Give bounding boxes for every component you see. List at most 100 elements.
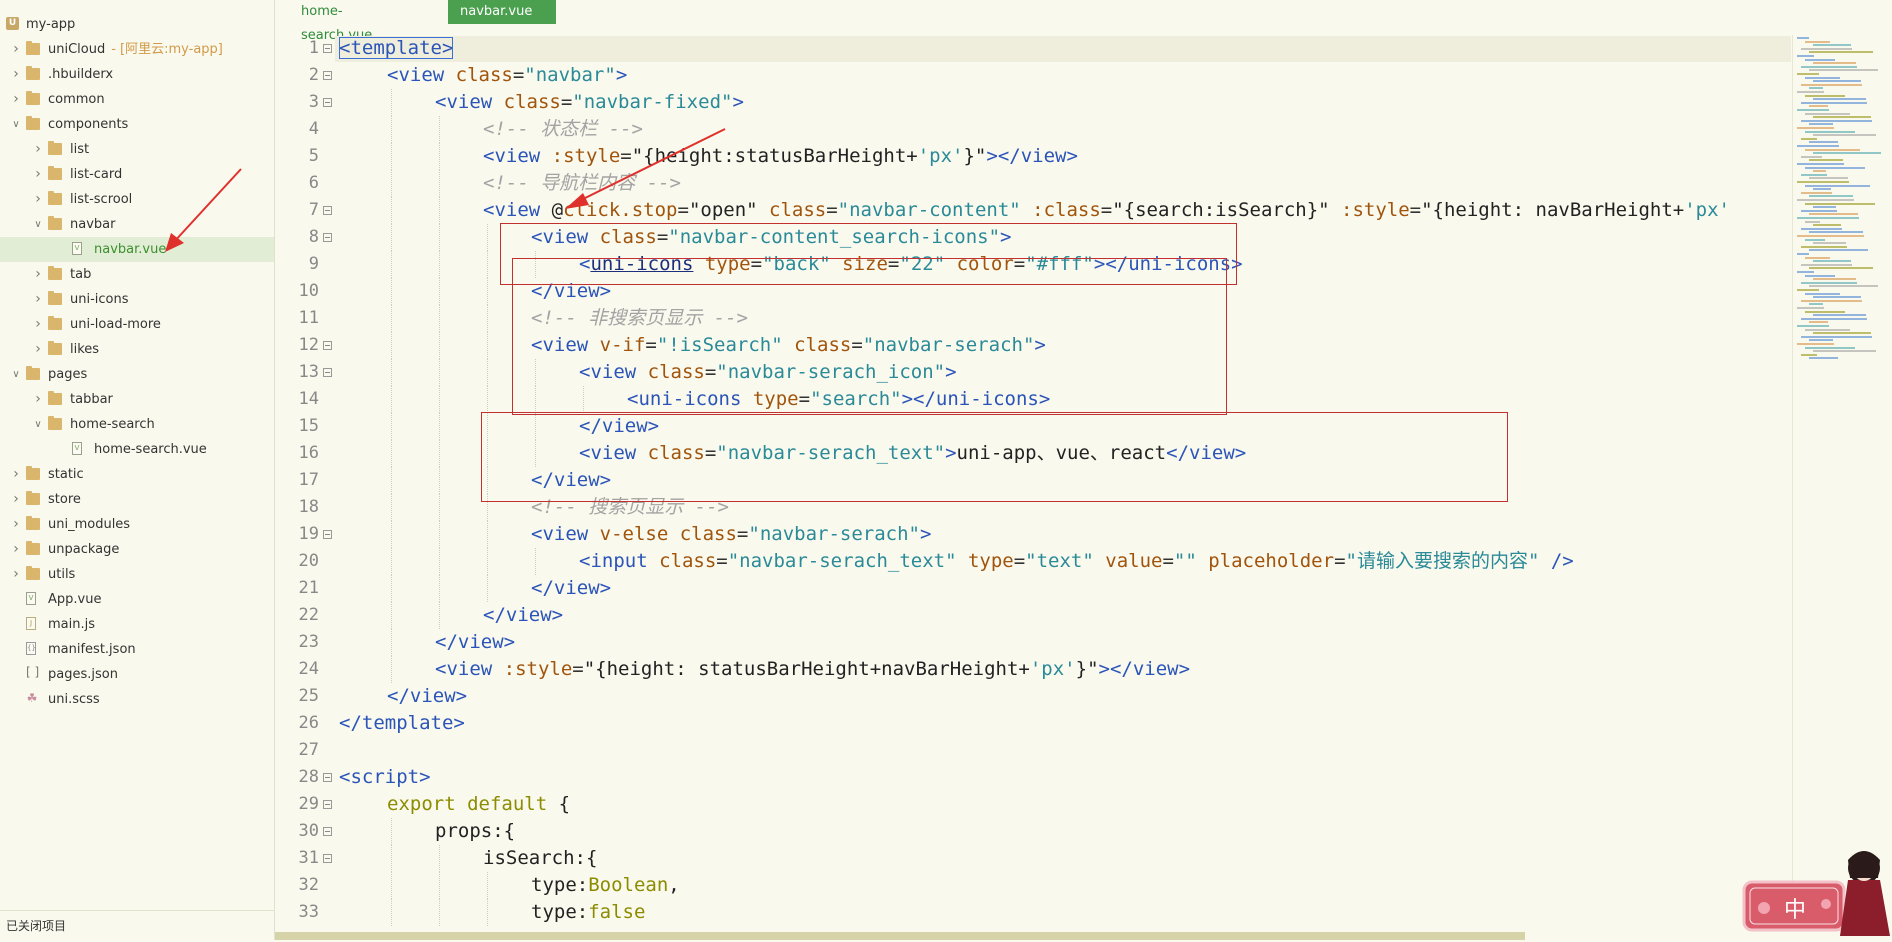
chevron-down-icon[interactable]: ∨ (32, 212, 44, 237)
fold-toggle-icon[interactable] (323, 368, 332, 377)
chevron-right-icon[interactable]: › (10, 537, 22, 562)
code-line[interactable]: </view> (531, 467, 611, 494)
code-line[interactable]: <view class="navbar-fixed"> (435, 89, 744, 116)
chevron-right-icon[interactable]: › (10, 512, 22, 537)
tree-item-uni-scss[interactable]: ☘ uni.scss (0, 687, 274, 712)
code-line[interactable]: </view> (579, 413, 659, 440)
code-line[interactable]: <view :style="{height:statusBarHeight+'p… (483, 143, 1078, 170)
code-line[interactable]: <view class="navbar"> (387, 62, 627, 89)
chevron-right-icon[interactable]: › (10, 487, 22, 512)
fold-toggle-icon[interactable] (323, 206, 332, 215)
tree-item-home-search-vue[interactable]: Vhome-search.vue (0, 437, 274, 462)
tree-item-pages[interactable]: ∨ pages (0, 362, 274, 387)
tree-item-pages-json[interactable]: [ ] pages.json (0, 662, 274, 687)
code-line[interactable]: </view> (435, 629, 515, 656)
code-line[interactable]: <view v-if="!isSearch" class="navbar-ser… (531, 332, 1046, 359)
fold-toggle-icon[interactable] (323, 854, 332, 863)
chevron-right-icon[interactable]: › (32, 337, 44, 362)
code-line[interactable]: <uni-icons type="back" size="22" color="… (579, 251, 1243, 278)
code-line[interactable]: props:{ (435, 818, 515, 845)
tree-item-components[interactable]: ∨ components (0, 112, 274, 137)
fold-toggle-icon[interactable] (323, 827, 332, 836)
code-line[interactable]: <view @click.stop="open" class="navbar-c… (483, 197, 1730, 224)
fold-toggle-icon[interactable] (323, 71, 332, 80)
code-editor[interactable]: 1 2 3 4 5 6 7 8 9 10 11 12 13 14 15 16 17 18 19 20 21 22 23 24 2… (275, 35, 1791, 931)
tree-item-manifest-json[interactable]: {} manifest.json (0, 637, 274, 662)
code-line[interactable]: <template> (339, 35, 454, 62)
project-root[interactable]: Umy-app (0, 12, 274, 37)
code-line[interactable]: <script> (339, 764, 431, 791)
tree-item-unpackage[interactable]: › unpackage (0, 537, 274, 562)
tree-item-app-vue[interactable]: V App.vue (0, 587, 274, 612)
tree-item-uni-icons[interactable]: › uni-icons (0, 287, 274, 312)
chevron-right-icon[interactable]: › (10, 37, 22, 62)
code-line[interactable]: <view v-else class="navbar-serach"> (531, 521, 931, 548)
tree-item-static[interactable]: › static (0, 462, 274, 487)
fold-toggle-icon[interactable] (323, 44, 332, 53)
fold-toggle-icon[interactable] (323, 233, 332, 242)
tree-item-list-card[interactable]: › list-card (0, 162, 274, 187)
chevron-right-icon[interactable]: › (10, 87, 22, 112)
fold-toggle-icon[interactable] (323, 530, 332, 539)
code-line[interactable]: type:Boolean, (531, 872, 680, 899)
tree-item-utils[interactable]: › utils (0, 562, 274, 587)
code-line[interactable]: <!-- 状态栏 --> (483, 116, 643, 143)
code-line[interactable]: </view> (531, 278, 611, 305)
chevron-down-icon[interactable]: ∨ (32, 412, 44, 437)
chevron-right-icon[interactable]: › (10, 462, 22, 487)
code-line[interactable]: <!-- 搜索页显示 --> (531, 494, 729, 521)
code-line[interactable]: <view class="navbar-serach_text">uni-app… (579, 440, 1246, 467)
chevron-right-icon[interactable]: › (32, 262, 44, 287)
chevron-right-icon[interactable]: › (32, 162, 44, 187)
fold-toggle-icon[interactable] (323, 800, 332, 809)
tree-item-likes[interactable]: › likes (0, 337, 274, 362)
tree-item-common[interactable]: › common (0, 87, 274, 112)
tree-item-uni-modules[interactable]: › uni_modules (0, 512, 274, 537)
horizontal-scrollbar[interactable] (275, 932, 1525, 940)
code-line[interactable]: <!-- 导航栏内容 --> (483, 170, 681, 197)
code-line[interactable]: </view> (531, 575, 611, 602)
chevron-right-icon[interactable]: › (32, 287, 44, 312)
tree-item-store[interactable]: › store (0, 487, 274, 512)
tab-navbar[interactable]: navbar.vue (448, 0, 556, 24)
chevron-right-icon[interactable]: › (32, 137, 44, 162)
tree-item-tabbar[interactable]: › tabbar (0, 387, 274, 412)
code-line[interactable]: <!-- 非搜索页显示 --> (531, 305, 748, 332)
code-line[interactable]: <view class="navbar-serach_icon"> (579, 359, 957, 386)
tree-item-list-scrool[interactable]: › list-scrool (0, 187, 274, 212)
minimap-line (1801, 119, 1872, 122)
tree-item-unicloud[interactable]: › uniCloud - [阿里云:my-app] (0, 37, 274, 62)
code-minimap[interactable] (1792, 35, 1892, 915)
chevron-right-icon[interactable]: › (10, 62, 22, 87)
code-line[interactable]: export default { (387, 791, 570, 818)
code-line[interactable]: </template> (339, 710, 465, 737)
chevron-right-icon[interactable]: › (32, 387, 44, 412)
code-line[interactable]: </view> (387, 683, 467, 710)
tab-home-search[interactable]: home-search.vue (289, 0, 417, 43)
code-line[interactable]: </view> (483, 602, 563, 629)
chevron-right-icon[interactable]: › (32, 312, 44, 337)
code-line[interactable]: <input class="navbar-serach_text" type="… (579, 548, 1574, 575)
tree-item-tab[interactable]: › tab (0, 262, 274, 287)
code-line[interactable]: <view :style="{height: statusBarHeight+n… (435, 656, 1190, 683)
tree-item-navbar-vue[interactable]: Vnavbar.vue (0, 237, 274, 262)
code-line[interactable]: <uni-icons type="search"></uni-icons> (627, 386, 1050, 413)
tree-item-list[interactable]: › list (0, 137, 274, 162)
closed-projects-label[interactable]: 已关闭项目 (0, 910, 274, 940)
chevron-down-icon[interactable]: ∨ (10, 112, 22, 137)
fold-toggle-icon[interactable] (323, 98, 332, 107)
tree-item-hbuilderx[interactable]: › .hbuilderx (0, 62, 274, 87)
code-line[interactable]: type:false (531, 899, 645, 926)
code-line[interactable]: isSearch:{ (483, 845, 597, 872)
code-line[interactable]: <view class="navbar-content_search-icons… (531, 224, 1011, 251)
minimap-line (1813, 44, 1851, 47)
tree-item-uni-load-more[interactable]: › uni-load-more (0, 312, 274, 337)
fold-toggle-icon[interactable] (323, 773, 332, 782)
chevron-down-icon[interactable]: ∨ (10, 362, 22, 387)
chevron-right-icon[interactable]: › (10, 562, 22, 587)
tree-item-main-js[interactable]: Jmain.js (0, 612, 274, 637)
chevron-right-icon[interactable]: › (32, 187, 44, 212)
tree-item-navbar[interactable]: ∨ navbar (0, 212, 274, 237)
tree-item-home-search[interactable]: ∨ home-search (0, 412, 274, 437)
fold-toggle-icon[interactable] (323, 341, 332, 350)
